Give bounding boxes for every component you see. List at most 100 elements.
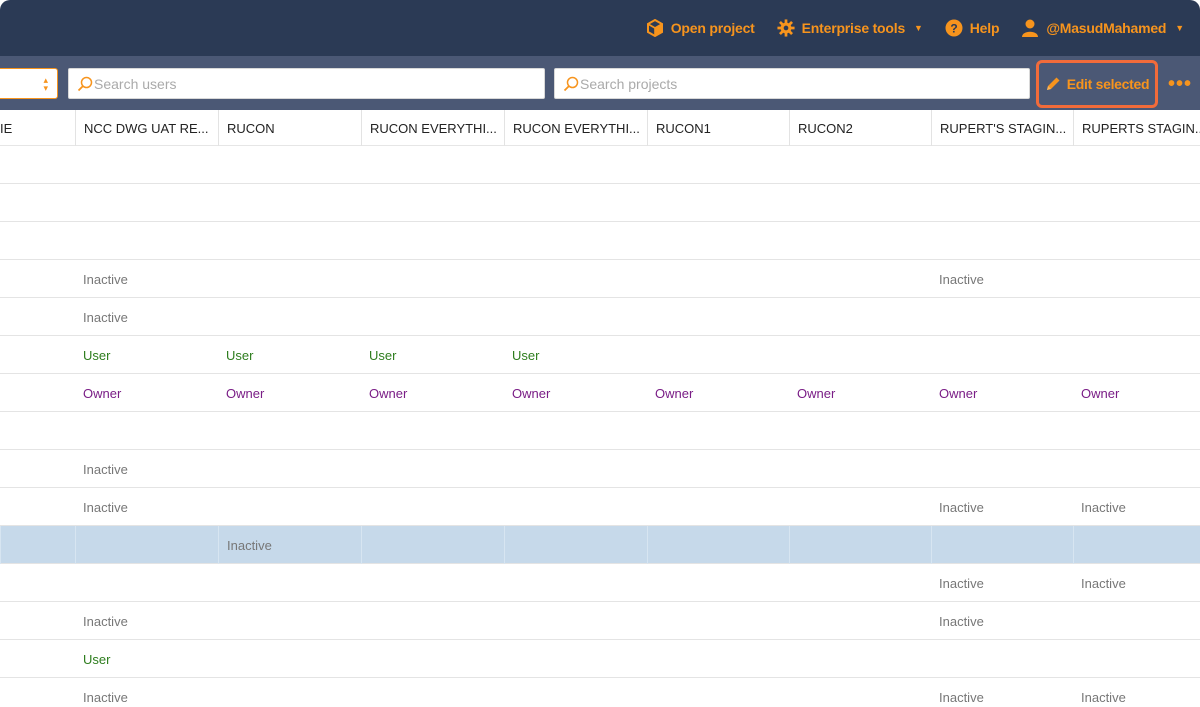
table-row[interactable]: User User User User <box>0 336 1200 374</box>
table-cell[interactable] <box>1073 602 1200 640</box>
table-cell[interactable] <box>1073 412 1200 450</box>
table-cell[interactable] <box>218 564 361 602</box>
table-cell[interactable] <box>361 184 504 222</box>
column-header[interactable]: RUCON2 <box>789 110 931 146</box>
open-project-button[interactable]: Open project <box>646 19 755 37</box>
column-header[interactable]: RUCON <box>218 110 361 146</box>
table-cell[interactable] <box>504 260 647 298</box>
table-cell[interactable] <box>789 450 931 488</box>
table-cell[interactable] <box>504 412 647 450</box>
table-cell[interactable] <box>647 602 789 640</box>
table-cell[interactable] <box>931 336 1073 374</box>
table-row[interactable]: Inactive Inactive Inactive <box>0 488 1200 526</box>
table-cell[interactable] <box>0 602 75 640</box>
table-cell[interactable] <box>218 602 361 640</box>
table-row[interactable]: Inactive Inactive <box>0 602 1200 640</box>
table-cell[interactable] <box>789 602 931 640</box>
table-cell[interactable] <box>1073 298 1200 336</box>
table-cell[interactable] <box>361 640 504 678</box>
table-row[interactable] <box>0 222 1200 260</box>
table-cell[interactable]: User <box>75 640 218 678</box>
table-cell[interactable] <box>789 336 931 374</box>
table-cell[interactable]: Inactive <box>75 602 218 640</box>
table-cell[interactable]: Inactive <box>1073 488 1200 526</box>
more-options-button[interactable]: ••• <box>1168 74 1192 94</box>
table-cell[interactable] <box>789 298 931 336</box>
table-cell[interactable] <box>361 678 504 707</box>
table-cell[interactable] <box>1073 526 1200 564</box>
table-cell[interactable] <box>504 146 647 184</box>
table-cell[interactable]: Inactive <box>75 260 218 298</box>
table-cell[interactable] <box>75 526 218 564</box>
table-cell[interactable] <box>361 260 504 298</box>
table-cell[interactable] <box>361 526 504 564</box>
table-cell[interactable]: Owner <box>361 374 504 412</box>
table-cell[interactable] <box>647 412 789 450</box>
table-cell[interactable] <box>789 412 931 450</box>
table-cell[interactable] <box>647 564 789 602</box>
table-cell[interactable]: User <box>218 336 361 374</box>
table-cell[interactable]: Inactive <box>218 526 361 564</box>
table-cell[interactable] <box>647 640 789 678</box>
table-row[interactable]: Inactive <box>0 450 1200 488</box>
table-cell[interactable]: Inactive <box>75 488 218 526</box>
table-cell[interactable] <box>931 222 1073 260</box>
table-cell[interactable] <box>931 298 1073 336</box>
table-row[interactable]: Inactive Inactive Inactive <box>0 678 1200 707</box>
table-cell[interactable] <box>931 184 1073 222</box>
table-cell[interactable] <box>504 564 647 602</box>
table-cell[interactable] <box>504 488 647 526</box>
table-cell[interactable] <box>931 526 1073 564</box>
table-cell[interactable]: Owner <box>504 374 647 412</box>
table-cell[interactable] <box>789 260 931 298</box>
table-cell[interactable]: Inactive <box>931 260 1073 298</box>
table-cell[interactable] <box>218 412 361 450</box>
table-cell[interactable] <box>647 184 789 222</box>
table-cell[interactable] <box>361 488 504 526</box>
table-cell[interactable] <box>504 526 647 564</box>
table-cell[interactable] <box>931 450 1073 488</box>
edit-selected-button[interactable]: Edit selected <box>1036 60 1158 108</box>
table-cell[interactable]: Inactive <box>931 488 1073 526</box>
table-row[interactable]: Inactive <box>0 298 1200 336</box>
table-cell[interactable]: Owner <box>647 374 789 412</box>
search-users-field[interactable] <box>68 68 545 99</box>
table-row[interactable] <box>0 412 1200 450</box>
table-cell[interactable] <box>0 222 75 260</box>
table-cell[interactable] <box>0 412 75 450</box>
table-cell[interactable] <box>361 412 504 450</box>
table-cell[interactable] <box>789 640 931 678</box>
column-header[interactable]: NCC DWG UAT RE... <box>75 110 218 146</box>
table-cell[interactable] <box>0 640 75 678</box>
table-cell[interactable] <box>647 336 789 374</box>
table-cell[interactable] <box>1073 336 1200 374</box>
table-cell[interactable] <box>361 222 504 260</box>
table-cell[interactable] <box>218 260 361 298</box>
table-cell[interactable] <box>931 640 1073 678</box>
table-cell[interactable] <box>0 260 75 298</box>
table-cell[interactable] <box>0 298 75 336</box>
table-cell[interactable] <box>75 222 218 260</box>
column-header[interactable]: RUCON EVERYTHI... <box>504 110 647 146</box>
table-cell[interactable]: Inactive <box>1073 678 1200 707</box>
table-cell[interactable]: Inactive <box>75 450 218 488</box>
table-cell[interactable] <box>789 564 931 602</box>
table-cell[interactable] <box>75 564 218 602</box>
column-header[interactable]: RUCON EVERYTHI... <box>361 110 504 146</box>
search-projects-field[interactable] <box>554 68 1030 99</box>
table-cell[interactable] <box>218 222 361 260</box>
table-cell[interactable]: Inactive <box>931 678 1073 707</box>
table-cell[interactable] <box>218 298 361 336</box>
search-projects-input[interactable] <box>580 75 1029 92</box>
table-cell[interactable] <box>647 222 789 260</box>
table-cell[interactable]: User <box>75 336 218 374</box>
table-cell[interactable] <box>0 184 75 222</box>
table-cell[interactable] <box>647 260 789 298</box>
table-cell[interactable]: Inactive <box>931 564 1073 602</box>
table-cell[interactable] <box>218 146 361 184</box>
table-cell[interactable] <box>789 678 931 707</box>
table-cell[interactable] <box>361 602 504 640</box>
table-cell[interactable] <box>504 602 647 640</box>
table-cell[interactable] <box>1073 260 1200 298</box>
table-cell[interactable] <box>361 564 504 602</box>
